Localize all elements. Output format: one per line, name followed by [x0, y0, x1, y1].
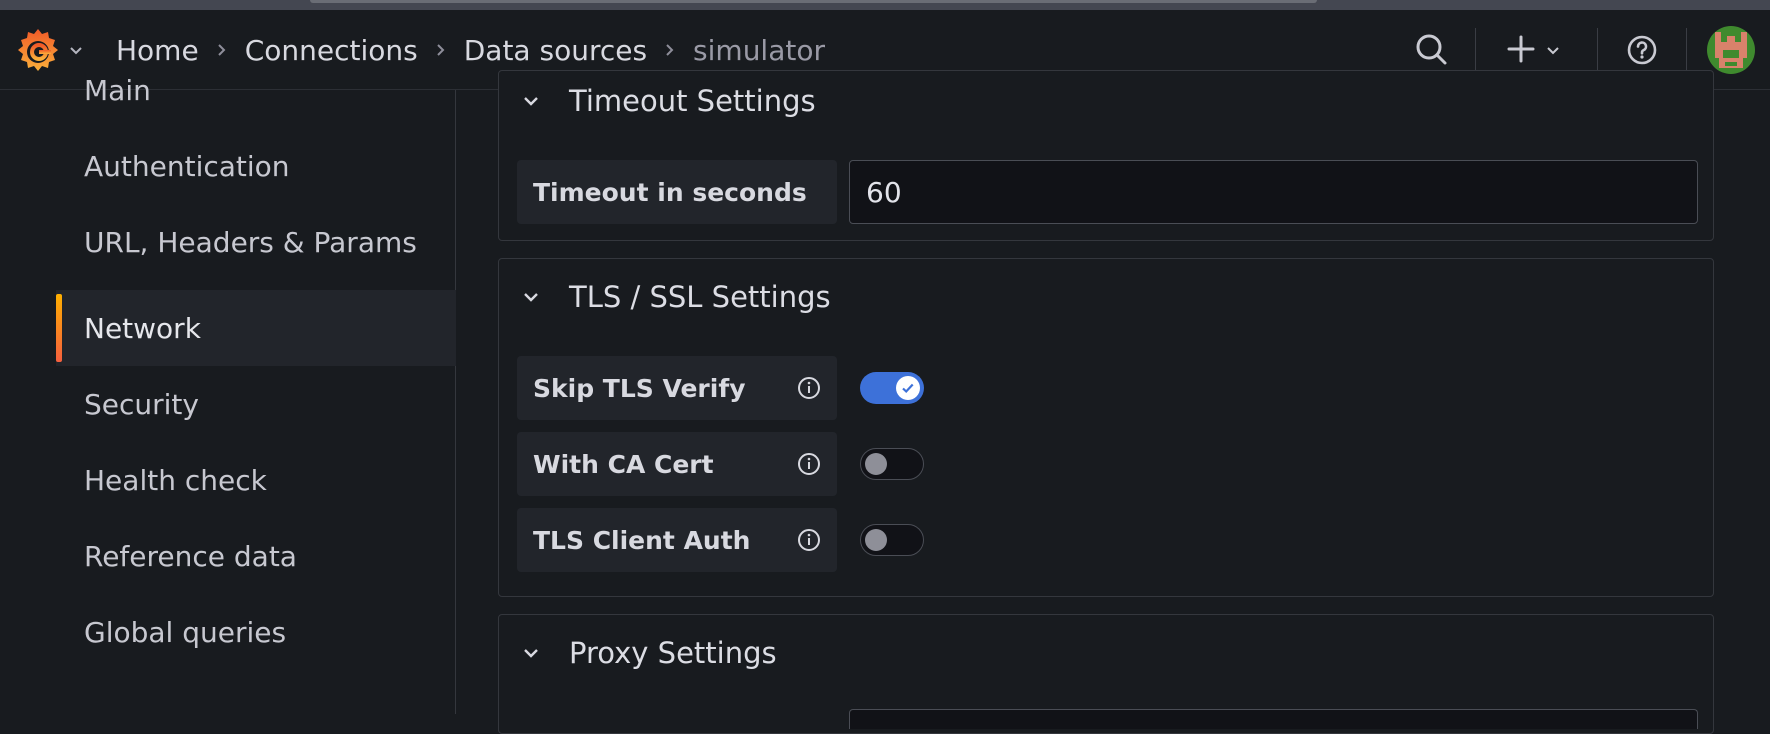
timeout-settings-header[interactable]: Timeout Settings	[519, 81, 816, 121]
chevron-down-icon	[524, 293, 538, 302]
sidebar-item-label: Global queries	[84, 615, 287, 649]
toggle-knob	[865, 453, 887, 475]
toolbar-divider	[1475, 28, 1476, 73]
settings-sidebar: Main Authentication URL, Headers & Param…	[0, 74, 456, 714]
sidebar-item-label: URL, Headers & Params	[84, 225, 417, 259]
chevron-down-icon[interactable]	[1543, 40, 1563, 60]
sidebar-item-global-queries[interactable]: Global queries	[56, 594, 456, 670]
sidebar-item-security[interactable]: Security	[56, 366, 456, 442]
user-avatar[interactable]	[1707, 26, 1755, 74]
proxy-settings-header[interactable]: Proxy Settings	[519, 633, 777, 673]
with-ca-cert-label: With CA Cert	[517, 432, 837, 496]
sidebar-item-label: Main	[84, 73, 151, 107]
sidebar-item-label: Authentication	[84, 149, 290, 183]
skip-tls-verify-label: Skip TLS Verify	[517, 356, 837, 420]
sidebar-item-reference-data[interactable]: Reference data	[56, 518, 456, 594]
chevron-down-icon	[524, 649, 538, 658]
toolbar-divider	[1686, 28, 1687, 73]
tls-client-auth-label: TLS Client Auth	[517, 508, 837, 572]
field-label-text: Timeout in seconds	[533, 177, 807, 207]
sidebar-item-label: Health check	[84, 463, 267, 497]
tls-ssl-settings-header[interactable]: TLS / SSL Settings	[519, 277, 831, 317]
sidebar-item-label: Reference data	[84, 539, 297, 573]
tls-ssl-settings-section: TLS / SSL Settings Skip TLS Verify With …	[498, 258, 1714, 597]
sidebar-item-main[interactable]: Main	[56, 52, 456, 128]
browser-tab-strip	[0, 0, 1770, 10]
proxy-field-peek	[849, 709, 1698, 729]
section-title: TLS / SSL Settings	[569, 280, 831, 314]
sidebar-item-health-check[interactable]: Health check	[56, 442, 456, 518]
check-icon	[902, 383, 914, 394]
sidebar-item-network[interactable]: Network	[56, 290, 456, 366]
section-title: Proxy Settings	[569, 636, 777, 670]
field-label-text: Skip TLS Verify	[533, 373, 746, 403]
timeout-settings-section: Timeout Settings Timeout in seconds	[498, 70, 1714, 241]
grafana-logo-icon[interactable]	[14, 26, 62, 74]
sidebar-item-authentication[interactable]: Authentication	[56, 128, 456, 204]
chevron-right-icon	[663, 40, 677, 60]
timeout-field-label: Timeout in seconds	[517, 160, 837, 224]
toggle-knob	[896, 376, 920, 400]
field-label-text: With CA Cert	[533, 449, 714, 479]
breadcrumb-current: simulator	[693, 33, 825, 67]
sidebar-item-url-headers-params[interactable]: URL, Headers & Params	[56, 204, 456, 280]
info-icon[interactable]	[797, 452, 821, 476]
with-ca-cert-toggle[interactable]	[860, 448, 924, 480]
plus-icon[interactable]	[1506, 34, 1536, 64]
chevron-down-icon	[524, 97, 538, 106]
toggle-knob	[865, 529, 887, 551]
sidebar-item-label: Network	[84, 311, 201, 345]
breadcrumb-data-sources[interactable]: Data sources	[464, 34, 647, 67]
field-label-text: TLS Client Auth	[533, 525, 751, 555]
skip-tls-verify-toggle[interactable]	[860, 372, 924, 404]
toolbar-divider	[1597, 28, 1598, 73]
search-icon[interactable]	[1414, 32, 1448, 66]
info-icon[interactable]	[797, 528, 821, 552]
help-icon[interactable]	[1626, 34, 1658, 66]
sidebar-item-label: Security	[84, 387, 199, 421]
browser-tab-indicator	[310, 0, 1317, 3]
tls-client-auth-toggle[interactable]	[860, 524, 924, 556]
section-title: Timeout Settings	[569, 84, 816, 118]
info-icon[interactable]	[797, 376, 821, 400]
proxy-settings-section: Proxy Settings	[498, 614, 1714, 734]
timeout-input[interactable]	[849, 160, 1698, 224]
